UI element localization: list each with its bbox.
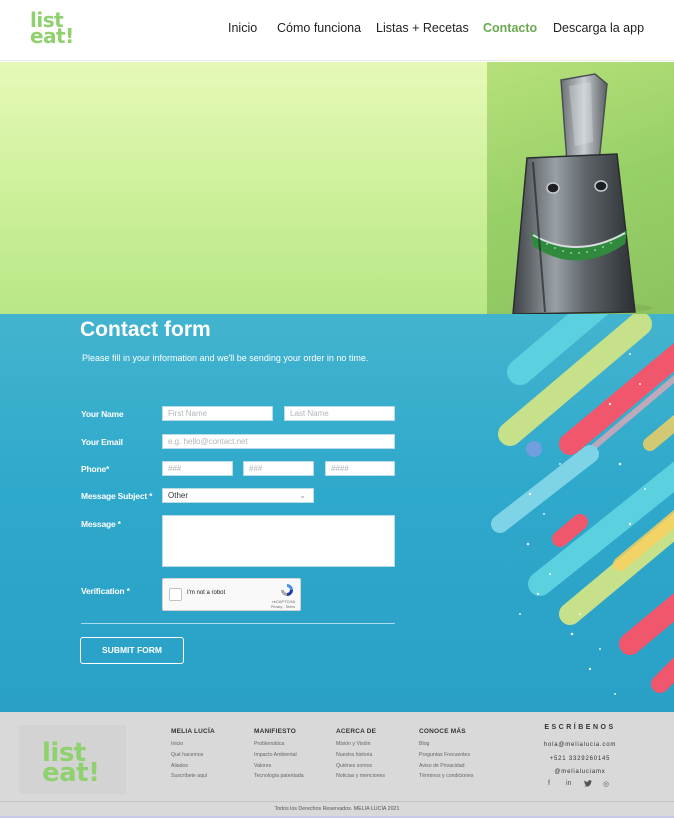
footer-column-manifiesto: MANIFIESTO Problemática Impacto Ambienta… — [254, 728, 304, 782]
email-input[interactable]: e.g. hello@contact.net — [162, 434, 395, 449]
nav-item-contacto[interactable]: Contacto — [483, 21, 537, 35]
footer-link[interactable]: Suscríbete aquí — [171, 771, 215, 782]
site-footer: list eat! MELIA LUCÍA Inicio Qué hacemos… — [0, 712, 674, 818]
first-name-input[interactable]: First Name — [162, 406, 273, 421]
main-nav: Inicio Cómo funciona Listas + Recetas Co… — [0, 21, 674, 41]
phone-label: Phone* — [81, 464, 110, 474]
footer-link[interactable]: Problemática — [254, 739, 304, 750]
footer-link[interactable]: Nuestra historia — [336, 750, 385, 761]
footer-link[interactable]: Tecnología patentada — [254, 771, 304, 782]
footer-heading: CONOCE MÁS — [419, 728, 466, 735]
decorative-stripes — [491, 314, 674, 695]
submit-button[interactable]: SUBMIT FORM — [80, 637, 184, 664]
nav-item-descarga-app[interactable]: Descarga la app — [553, 21, 644, 35]
footer-link[interactable]: Aviso de Privacidad — [419, 761, 474, 772]
form-title: Contact form — [80, 318, 211, 341]
footer-heading: MELIA LUCÍA — [171, 728, 215, 735]
contact-heading: ESCRÍBENOS — [544, 724, 616, 731]
contact-form-section: Contact form Please fill in your informa… — [0, 314, 674, 712]
email-label: Your Email — [81, 437, 123, 447]
footer-column-melia-lucia: MELIA LUCÍA Inicio Qué hacemos Aliados S… — [171, 728, 215, 782]
footer-heading: ACERCA DE — [336, 728, 377, 735]
phone-line-input[interactable]: #### — [325, 461, 395, 476]
hero-green-background — [0, 62, 487, 314]
phone-area-input[interactable]: ### — [162, 461, 233, 476]
footer-link[interactable]: Impacto Ambiental — [254, 750, 304, 761]
footer-logo[interactable]: list eat! — [42, 740, 100, 788]
message-textarea[interactable] — [162, 515, 395, 567]
footer-link[interactable]: Aliados — [171, 761, 215, 772]
hero-banner — [0, 62, 674, 314]
phone-prefix-input[interactable]: ### — [243, 461, 314, 476]
footer-link[interactable]: Inicio — [171, 739, 215, 750]
footer-link[interactable]: Términos y condiciones — [419, 771, 474, 782]
footer-link[interactable]: Qué hacemos — [171, 750, 215, 761]
facebook-icon[interactable]: f — [548, 780, 550, 787]
footer-heading: MANIFIESTO — [254, 728, 296, 735]
hero-grater-photo — [487, 62, 674, 314]
footer-link[interactable]: Quiénes somos — [336, 761, 385, 772]
footer-contact: ESCRÍBENOS hola@melialucia.com +521 3329… — [530, 724, 630, 780]
site-header: list eat! Inicio Cómo funciona Listas + … — [0, 0, 674, 61]
nav-item-inicio[interactable]: Inicio — [228, 21, 257, 35]
social-icons: f in ◎ — [545, 780, 617, 790]
linkedin-icon[interactable]: in — [566, 780, 571, 787]
name-label: Your Name — [81, 409, 124, 419]
footer-link[interactable]: Noticias y menciones — [336, 771, 385, 782]
footer-link[interactable]: Valores — [254, 761, 304, 772]
footer-column-conoce-mas: CONOCE MÁS Blog Preguntas Frecuentes Avi… — [419, 728, 474, 782]
footer-link[interactable]: Blog — [419, 739, 474, 750]
recaptcha-logo-icon — [281, 584, 293, 596]
recaptcha-checkbox[interactable] — [169, 588, 182, 601]
recaptcha-brand: reCAPTCHA — [272, 599, 295, 604]
form-subtitle: Please fill in your information and we'l… — [82, 353, 369, 363]
message-label: Message * — [81, 519, 121, 529]
instagram-icon[interactable]: ◎ — [603, 780, 609, 788]
form-divider — [81, 623, 395, 624]
footer-column-acerca-de: ACERCA DE Misión y Visión Nuestra histor… — [336, 728, 385, 782]
last-name-input[interactable]: Last Name — [284, 406, 395, 421]
recaptcha-text: I'm not a robot — [187, 590, 226, 596]
subject-select-value: Other — [168, 491, 189, 500]
twitter-icon[interactable] — [584, 780, 592, 789]
chevron-down-icon: ⌄ — [299, 491, 306, 500]
recaptcha-widget: I'm not a robot reCAPTCHA Privacy - Term… — [162, 578, 301, 611]
footer-link[interactable]: Preguntas Frecuentes — [419, 750, 474, 761]
nav-item-listas-recetas[interactable]: Listas + Recetas — [376, 21, 469, 35]
contact-phone[interactable]: +521 3329260145 — [530, 753, 630, 767]
contact-email[interactable]: hola@melialucia.com — [530, 739, 630, 753]
footer-logo-line-2: eat! — [42, 758, 100, 788]
subject-select[interactable]: Other ⌄ — [162, 488, 314, 503]
verification-label: Verification * — [81, 586, 130, 596]
contact-handle[interactable]: @melialuciamx — [530, 766, 630, 780]
recaptcha-links[interactable]: Privacy - Terms — [271, 605, 295, 609]
nav-item-como-funciona[interactable]: Cómo funciona — [277, 21, 361, 35]
subject-label: Message Subject * — [81, 491, 153, 501]
footer-link[interactable]: Misión y Visión — [336, 739, 385, 750]
